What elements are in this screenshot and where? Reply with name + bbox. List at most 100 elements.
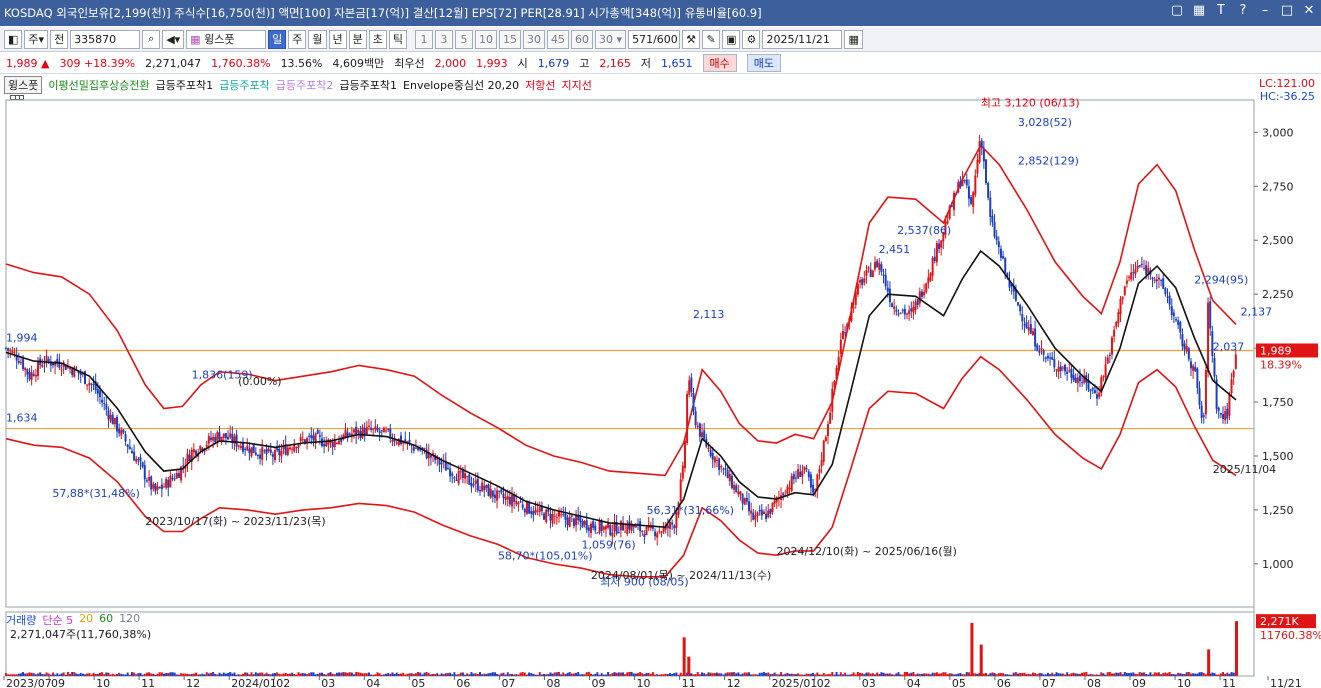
volume-bar xyxy=(47,673,50,676)
candle-body xyxy=(207,435,210,444)
prev-button[interactable]: 전 xyxy=(50,29,69,49)
volume-bar xyxy=(827,674,830,676)
volume-bar xyxy=(1038,672,1041,676)
candle-body xyxy=(288,447,291,450)
minimize-icon[interactable]: – xyxy=(1257,3,1273,18)
high-label: 고 xyxy=(579,57,590,70)
speaker-icon[interactable]: ◀▾ xyxy=(162,29,185,49)
search-icon[interactable]: ⌕ xyxy=(142,29,161,49)
tools-icon[interactable]: ⚒ xyxy=(682,29,701,49)
volume-bar xyxy=(959,673,962,676)
volume-bar xyxy=(846,674,849,676)
open-label: 시 xyxy=(517,57,528,70)
period-week[interactable]: 주 xyxy=(288,29,307,49)
volume-bar xyxy=(201,673,204,676)
minute-option-45[interactable]: 45 xyxy=(547,29,570,49)
candle-body xyxy=(1207,302,1210,373)
volume-bar xyxy=(1183,674,1186,676)
period-day[interactable]: 일 xyxy=(268,29,287,49)
candle-body xyxy=(722,468,725,470)
legend-item-4[interactable]: 급등주포착1 xyxy=(339,77,397,93)
date-input[interactable]: 2025/11/21 xyxy=(762,29,843,49)
price-chart[interactable]: 1,0001,2501,5001,7502,0002,2502,5002,750… xyxy=(0,92,1321,688)
volume-bar xyxy=(910,672,913,676)
buy-button[interactable]: 매수 xyxy=(702,54,737,72)
volume-bar xyxy=(782,674,785,676)
candle-body xyxy=(551,513,554,524)
volume-bar xyxy=(728,672,731,676)
legend-item-6[interactable]: 저항선 xyxy=(525,77,555,93)
minute-select[interactable]: 30 ▾ xyxy=(595,29,627,49)
legend-item-2[interactable]: 급등주포착 xyxy=(219,77,270,93)
maximize-icon[interactable]: □ xyxy=(1279,3,1295,18)
minute-option-3[interactable]: 3 xyxy=(435,29,454,49)
count-total: /600 xyxy=(653,32,678,46)
candle-body xyxy=(782,493,785,496)
candle-body xyxy=(910,308,913,312)
candle-body xyxy=(694,411,697,426)
minute-option-30[interactable]: 30 xyxy=(523,29,546,49)
grid-icon[interactable]: ▦ xyxy=(1191,3,1207,18)
x-tick-label: 09 xyxy=(1132,677,1146,688)
volume-bar xyxy=(141,674,144,676)
draw-icon[interactable]: ✎ xyxy=(702,29,721,49)
legend-item-7[interactable]: 지지선 xyxy=(561,77,591,93)
period-minute[interactable]: 분 xyxy=(348,29,367,49)
volume-bar xyxy=(615,672,618,676)
volume-bar xyxy=(504,674,507,676)
volume-bar xyxy=(918,673,921,676)
market-type-select[interactable]: 주 ▾ xyxy=(24,29,49,49)
gear-icon[interactable]: ⚙ xyxy=(742,29,761,49)
volume-bar xyxy=(124,674,127,676)
count-value: 571 xyxy=(632,32,654,46)
help-icon[interactable]: ? xyxy=(1235,3,1251,18)
calendar-icon[interactable]: ▦ xyxy=(844,29,863,49)
code-input[interactable]: 335870 xyxy=(70,29,141,49)
volume-bar xyxy=(696,672,699,676)
volume-bar xyxy=(547,674,550,676)
candle-body xyxy=(380,430,383,432)
close-icon[interactable]: ✕ xyxy=(1301,3,1317,18)
volume-bar xyxy=(24,673,27,676)
legend-item-5[interactable]: Envelope중심선 20,20 xyxy=(403,77,519,93)
minute-option-15[interactable]: 15 xyxy=(499,29,522,49)
legend-item-3[interactable]: 급등주포착2 xyxy=(276,77,334,93)
volume-bar xyxy=(833,674,836,676)
period-month[interactable]: 월 xyxy=(308,29,327,49)
restore-icon[interactable]: ▢ xyxy=(1169,3,1185,18)
candle-body xyxy=(385,430,388,432)
candle-body xyxy=(639,521,642,532)
volume-bar xyxy=(111,673,114,676)
save-icon[interactable]: ▣ xyxy=(722,29,741,49)
candle-body xyxy=(602,526,605,530)
period-second[interactable]: 초 xyxy=(368,29,387,49)
sell-button[interactable]: 매도 xyxy=(746,54,781,72)
volume-bar xyxy=(1155,672,1158,676)
font-icon[interactable]: T xyxy=(1213,3,1229,18)
volume-bar xyxy=(7,674,10,676)
volume-bar xyxy=(214,673,217,676)
candle-body xyxy=(803,466,806,471)
minute-option-10[interactable]: 10 xyxy=(475,29,498,49)
volume-bar xyxy=(274,673,277,676)
minute-option-5[interactable]: 5 xyxy=(455,29,474,49)
candle-body xyxy=(1042,350,1045,355)
volume-bar xyxy=(564,674,567,676)
stock-name-field[interactable]: ▦ 윙스풋 xyxy=(186,29,267,49)
minute-option-1[interactable]: 1 xyxy=(415,29,434,49)
period-tick[interactable]: 틱 xyxy=(388,29,408,49)
legend-item-1[interactable]: 급등주포착1 xyxy=(156,77,214,93)
legend-item-0[interactable]: 이평선밀집후상승전환 xyxy=(48,77,149,93)
minute-option-60[interactable]: 60 xyxy=(571,29,594,49)
volume-bar xyxy=(942,672,945,676)
candle-body xyxy=(26,369,29,375)
period-year[interactable]: 년 xyxy=(328,29,347,49)
candle-body xyxy=(750,510,753,514)
count-input[interactable]: 571/600 xyxy=(628,29,681,49)
layout-icon[interactable]: ◧ xyxy=(4,29,23,49)
volume-bar xyxy=(831,671,834,676)
market-type-value: 주 xyxy=(28,33,39,46)
candle-body xyxy=(1145,265,1148,275)
volume-bar xyxy=(773,672,776,676)
volume-bar xyxy=(81,673,84,676)
